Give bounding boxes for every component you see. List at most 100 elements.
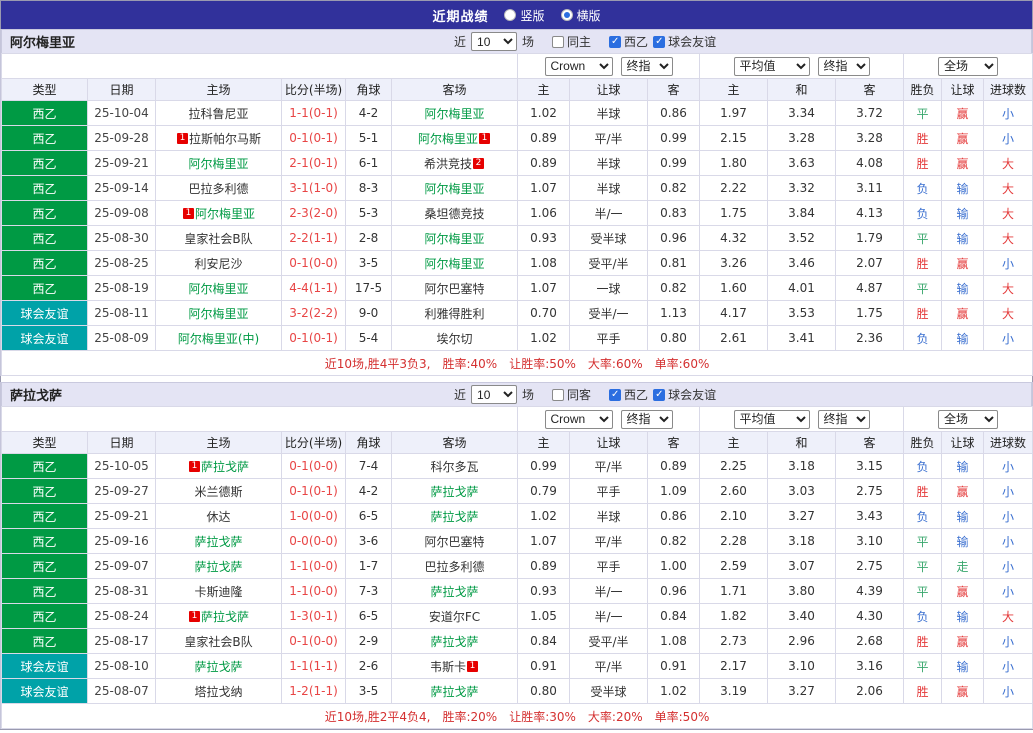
home-team[interactable]: 塔拉戈纳	[155, 678, 282, 704]
away-team[interactable]: 科尔多瓦	[391, 453, 518, 479]
home-team[interactable]: 1 萨拉戈萨	[155, 453, 282, 479]
handicap-result: 输	[941, 325, 985, 351]
odds-stage-select[interactable]: 终指	[620, 56, 673, 76]
odds-home: 1.07	[517, 275, 570, 301]
column-header-row: 类型 日期 主场 比分(半场) 角球 客场 主 让球 客 主 和 客 胜负 让球…	[1, 431, 1033, 454]
col-away: 客场	[391, 78, 518, 101]
home-team[interactable]: 1 阿尔梅里亚	[155, 200, 282, 226]
home-team[interactable]: 阿尔梅里亚	[155, 150, 282, 176]
result-row: 西乙 25-08-25 利安尼沙 0-1(0-0) 3-5 阿尔梅里亚 1.08 受平/半 0.…	[1, 250, 1033, 276]
score: 0-1(0-0)	[281, 453, 346, 479]
league-badge: 西乙	[1, 628, 88, 654]
selector-row: Crown 终指 平均值 终指 全场	[1, 406, 1033, 432]
avg-stage-select[interactable]: 终指	[817, 409, 870, 429]
avg-stage-select[interactable]: 终指	[817, 56, 870, 76]
games-count-select[interactable]: 10	[471, 385, 518, 404]
league-badge: 西乙	[1, 503, 88, 529]
away-team[interactable]: 萨拉戈萨	[391, 678, 518, 704]
filter-checkbox-same-venue[interactable]: 同主	[552, 33, 591, 50]
odds-away: 1.09	[646, 478, 701, 504]
corners: 9-0	[345, 300, 392, 326]
home-team[interactable]: 阿尔梅里亚	[155, 300, 282, 326]
bookmaker-select[interactable]: Crown	[544, 56, 613, 76]
home-team[interactable]: 阿尔梅里亚(中)	[155, 325, 282, 351]
home-team[interactable]: 1 萨拉戈萨	[155, 603, 282, 629]
bookmaker-select[interactable]: Crown	[544, 409, 613, 429]
away-team[interactable]: 利雅得胜利	[391, 300, 518, 326]
checkbox-icon	[653, 388, 666, 401]
away-team[interactable]: 安道尔FC	[391, 603, 518, 629]
col-result: 胜负	[903, 431, 943, 454]
home-team[interactable]: 萨拉戈萨	[155, 528, 282, 554]
home-team[interactable]: 皇家社会B队	[155, 225, 282, 251]
away-team[interactable]: 阿尔巴塞特	[391, 528, 518, 554]
away-team[interactable]: 桑坦德竞技	[391, 200, 518, 226]
away-team[interactable]: 阿尔梅里亚	[391, 100, 518, 126]
away-team[interactable]: 萨拉戈萨	[391, 578, 518, 604]
average-select[interactable]: 平均值	[733, 409, 810, 429]
team-label: 利雅得胜利	[424, 306, 485, 321]
filter-checkbox-same-venue[interactable]: 同客	[552, 386, 591, 403]
team-label: 巴拉多利德	[188, 181, 249, 196]
odds-home: 0.80	[517, 678, 570, 704]
filter-checkbox-friendly[interactable]: 球会友谊	[653, 33, 716, 50]
scope-select[interactable]: 全场	[938, 409, 999, 429]
away-team[interactable]: 阿尔梅里亚	[391, 175, 518, 201]
team-label: 阿尔梅里亚	[188, 281, 249, 296]
odds-stage-select[interactable]: 终指	[620, 409, 673, 429]
radio-vertical-label: 竖版	[520, 8, 545, 23]
away-team[interactable]: 萨拉戈萨	[391, 478, 518, 504]
away-team[interactable]: 阿尔梅里亚	[391, 225, 518, 251]
result-row: 球会友谊 25-08-09 阿尔梅里亚(中) 0-1(0-1) 5-4 埃尔切 1.02 平手…	[1, 325, 1033, 351]
home-team[interactable]: 拉科鲁尼亚	[155, 100, 282, 126]
score: 1-3(0-1)	[281, 603, 346, 629]
handicap-result: 赢	[941, 478, 985, 504]
away-team[interactable]: 巴拉多利德	[391, 553, 518, 579]
column-header-row: 类型 日期 主场 比分(半场) 角球 客场 主 让球 客 主 和 客 胜负 让球…	[1, 78, 1033, 101]
odds-away: 1.08	[646, 628, 701, 654]
home-team[interactable]: 米兰德斯	[155, 478, 282, 504]
home-team[interactable]: 休达	[155, 503, 282, 529]
league-badge: 西乙	[1, 603, 88, 629]
average-select[interactable]: 平均值	[733, 56, 810, 76]
checkbox-icon	[552, 35, 565, 48]
filter-checkbox-league[interactable]: 西乙	[609, 386, 648, 403]
home-team[interactable]: 利安尼沙	[155, 250, 282, 276]
away-team[interactable]: 韦斯卡 1	[391, 653, 518, 679]
avg-away: 2.06	[835, 678, 905, 704]
away-team[interactable]: 埃尔切	[391, 325, 518, 351]
scope-select[interactable]: 全场	[938, 56, 999, 76]
radio-horizontal-layout[interactable]: 横版	[560, 7, 601, 24]
home-team[interactable]: 1 拉斯帕尔马斯	[155, 125, 282, 151]
match-date: 25-09-21	[87, 150, 156, 176]
home-team[interactable]: 卡斯迪隆	[155, 578, 282, 604]
home-team[interactable]: 萨拉戈萨	[155, 553, 282, 579]
home-team[interactable]: 巴拉多利德	[155, 175, 282, 201]
home-team[interactable]: 萨拉戈萨	[155, 653, 282, 679]
away-team[interactable]: 萨拉戈萨	[391, 628, 518, 654]
match-date: 25-09-07	[87, 553, 156, 579]
filter-checkbox-league[interactable]: 西乙	[609, 33, 648, 50]
result-row: 西乙 25-09-21 休达 1-0(0-0) 6-5 萨拉戈萨 1.02 半球 0.86 2.1…	[1, 503, 1033, 529]
away-team[interactable]: 萨拉戈萨	[391, 503, 518, 529]
games-count-select[interactable]: 10	[471, 32, 518, 51]
handicap-result: 赢	[941, 250, 985, 276]
away-team[interactable]: 希洪竞技 2	[391, 150, 518, 176]
odds-home: 0.99	[517, 453, 570, 479]
away-team[interactable]: 阿尔巴塞特	[391, 275, 518, 301]
odds-home: 1.05	[517, 603, 570, 629]
result-row: 西乙 25-09-07 萨拉戈萨 1-1(0-0) 1-7 巴拉多利德 0.89 平手 1.00…	[1, 553, 1033, 579]
red-card-badge: 1	[188, 460, 200, 472]
radio-vertical-layout[interactable]: 竖版	[504, 7, 545, 24]
home-team[interactable]: 皇家社会B队	[155, 628, 282, 654]
handicap-result: 输	[941, 503, 985, 529]
avg-draw: 3.18	[767, 528, 837, 554]
col-avg-away: 客	[835, 78, 905, 101]
goals-result: 小	[983, 553, 1033, 579]
filter-checkbox-friendly[interactable]: 球会友谊	[653, 386, 716, 403]
away-team[interactable]: 阿尔梅里亚	[391, 250, 518, 276]
home-team[interactable]: 阿尔梅里亚	[155, 275, 282, 301]
away-team[interactable]: 阿尔梅里亚 1	[391, 125, 518, 151]
corners: 2-6	[345, 653, 392, 679]
match-date: 25-08-09	[87, 325, 156, 351]
